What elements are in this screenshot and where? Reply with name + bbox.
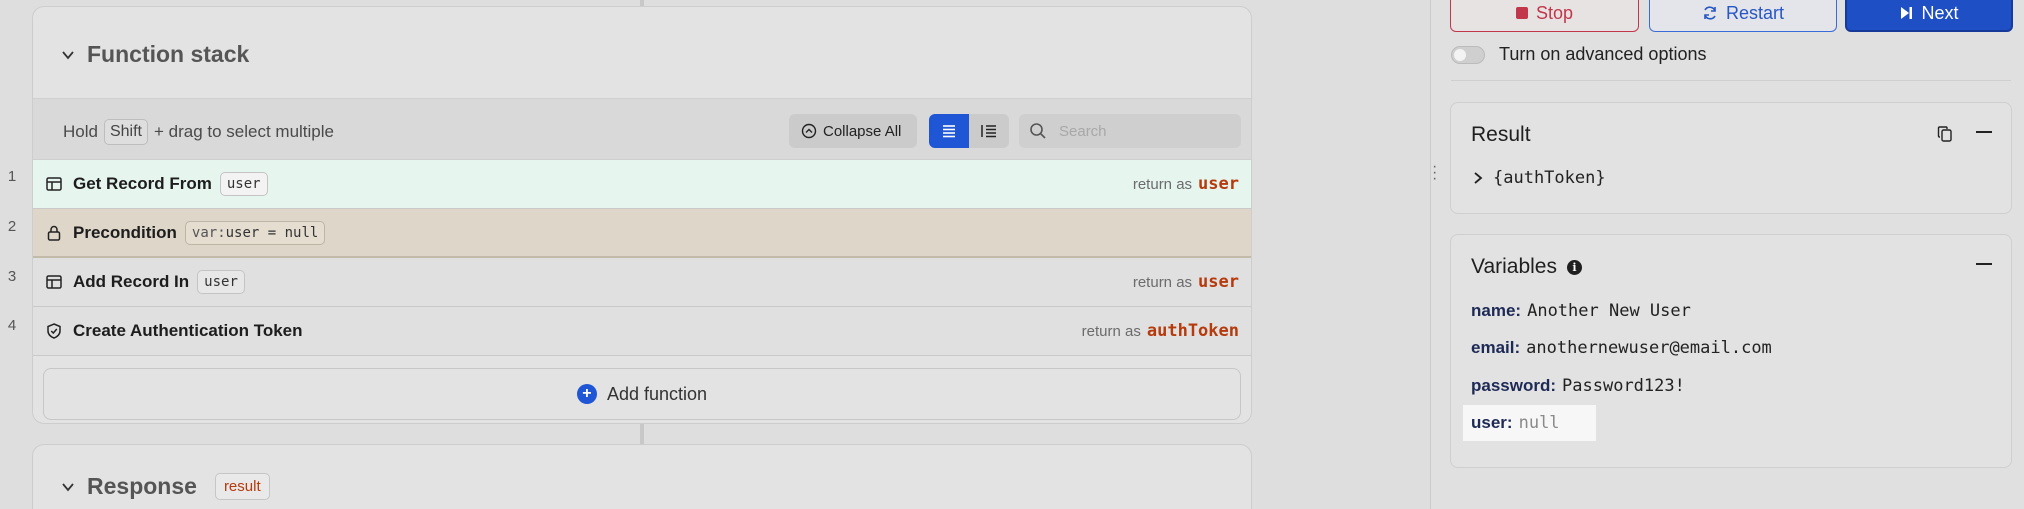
function-row-add-record[interactable]: Add Record In user return as user (33, 258, 1251, 307)
numbered-view-button[interactable] (969, 114, 1009, 148)
result-title: Result (1471, 123, 1531, 146)
search-field[interactable] (1019, 114, 1241, 148)
advanced-options-toggle[interactable] (1451, 45, 1485, 64)
list-view-button[interactable] (929, 114, 969, 148)
collapse-icon (801, 123, 817, 139)
search-icon (1030, 123, 1046, 139)
list-icon (943, 125, 955, 138)
variable-value: null (1518, 413, 1560, 433)
line-number: 1 (7, 168, 17, 185)
var-keyword: var: (191, 224, 226, 241)
line-number: 2 (7, 218, 17, 235)
function-name: Precondition (73, 222, 177, 242)
restart-button[interactable]: Restart (1649, 0, 1837, 32)
function-list: Get Record From user return as user Prec… (33, 160, 1251, 356)
return-value: user (1198, 174, 1239, 194)
response-card: Response result (32, 444, 1252, 509)
advanced-options-row: Turn on advanced options (1451, 44, 1706, 65)
chevron-down-icon[interactable] (61, 48, 75, 62)
return-label: return as (1081, 323, 1141, 340)
numbered-list-icon (981, 125, 996, 138)
return-label: return as (1132, 274, 1193, 291)
add-function-button[interactable]: + Add function (43, 368, 1241, 420)
result-value-row[interactable]: {authToken} (1473, 168, 1606, 188)
variable-value: Password123! (1562, 376, 1685, 396)
flow-connector (640, 424, 644, 444)
variable-value: Another New User (1527, 301, 1691, 321)
multi-select-hint: Hold Shift + drag to select multiple (63, 119, 334, 145)
function-name: Create Authentication Token (73, 321, 303, 340)
expression-value: user = null (225, 224, 319, 241)
resize-handle-icon[interactable]: · · · (1432, 159, 1437, 187)
search-input[interactable] (1059, 122, 1209, 140)
table-icon (45, 175, 63, 193)
function-stack-title: Function stack (87, 41, 250, 67)
variable-key: user (1471, 413, 1507, 432)
return-as: return as authToken (1082, 321, 1239, 341)
collapse-result-icon[interactable] (1975, 123, 1993, 141)
chevron-down-icon[interactable] (61, 480, 75, 494)
return-label: return as (1132, 176, 1193, 193)
next-label: Next (1921, 2, 1959, 23)
variable-key: password (1471, 376, 1551, 395)
return-as: return as user (1133, 272, 1239, 292)
shift-key: Shift (103, 119, 148, 145)
response-tag: result (214, 473, 270, 500)
variable-row[interactable]: name: Another New User (1471, 301, 1691, 321)
collapse-variables-icon[interactable] (1975, 255, 1993, 273)
copy-icon[interactable] (1937, 125, 1953, 143)
table-icon (45, 273, 63, 291)
variable-key: email (1471, 338, 1515, 357)
lock-icon (45, 224, 63, 242)
plus-icon: + (576, 384, 597, 404)
function-stack-header[interactable]: Function stack (61, 41, 249, 68)
return-as: return as user (1133, 174, 1239, 194)
collapse-all-button[interactable]: Collapse All (789, 114, 917, 148)
result-value: {authToken} (1493, 168, 1606, 188)
drag-hint-label: + drag to select multiple (153, 122, 334, 141)
divider (1451, 80, 2011, 81)
chevron-right-icon[interactable] (1473, 171, 1483, 185)
function-name: Add Record In (73, 272, 190, 291)
response-header[interactable]: Response result (61, 473, 270, 500)
variables-title: Variables (1471, 255, 1557, 278)
hold-label: Hold (63, 122, 98, 141)
function-stack-toolbar: Hold Shift + drag to select multiple Col… (33, 98, 1251, 160)
variable-value: anothernewuser@email.com (1526, 338, 1772, 358)
table-tag: user (197, 270, 245, 294)
restart-label: Restart (1725, 2, 1785, 23)
variables-panel: Variables i name: Another New User email… (1450, 234, 2012, 468)
function-row-get-record[interactable]: Get Record From user return as user (33, 160, 1251, 209)
add-function-label: Add function (606, 383, 708, 404)
variables-header: Variables i (1471, 255, 1582, 279)
stop-icon (1515, 7, 1528, 19)
response-title: Response (87, 473, 197, 499)
variable-row[interactable]: email: anothernewuser@email.com (1471, 338, 1772, 358)
step-forward-icon (1901, 7, 1913, 19)
return-value: authToken (1146, 321, 1239, 341)
variable-key: name (1471, 301, 1516, 320)
line-number: 4 (7, 317, 17, 334)
function-row-precondition[interactable]: Precondition var:user = null (33, 209, 1251, 258)
next-button[interactable]: Next (1845, 0, 2013, 32)
precondition-expression: var:user = null (184, 220, 326, 245)
return-value: user (1198, 272, 1239, 292)
result-panel: Result {authToken} (1450, 102, 2012, 214)
collapse-all-label: Collapse All (823, 122, 902, 140)
function-row-create-token[interactable]: Create Authentication Token return as au… (33, 307, 1251, 356)
table-tag: user (219, 172, 268, 196)
stop-button[interactable]: Stop (1450, 0, 1639, 32)
function-stack-card: Function stack Hold Shift + drag to sele… (32, 6, 1252, 424)
variable-row[interactable]: password: Password123! (1471, 376, 1685, 396)
info-icon[interactable]: i (1567, 259, 1582, 275)
refresh-icon (1704, 6, 1716, 20)
shield-check-icon (45, 322, 63, 340)
line-number: 3 (7, 268, 17, 285)
stop-label: Stop (1535, 2, 1574, 23)
function-name: Get Record From (73, 174, 212, 193)
advanced-options-label: Turn on advanced options (1499, 44, 1707, 64)
variable-row[interactable]: user: null (1463, 405, 1596, 441)
